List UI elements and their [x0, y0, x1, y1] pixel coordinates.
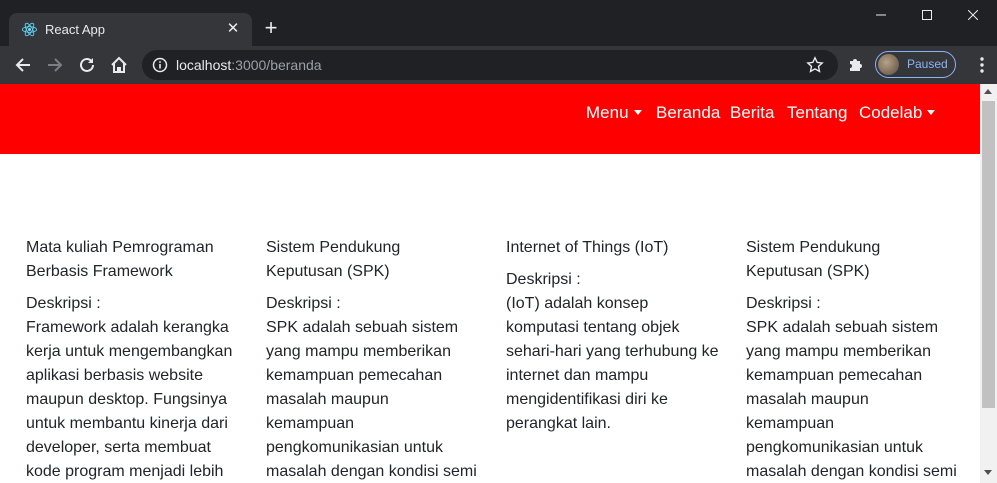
maximize-icon — [922, 10, 932, 20]
window-close-button[interactable] — [950, 0, 996, 30]
page-viewport: Menu Beranda Berita Tentang Codelab Mata… — [0, 84, 997, 483]
info-icon[interactable] — [152, 57, 168, 73]
nav-item-label: Menu — [586, 103, 629, 122]
card-description: SPK adalah sebuah sistem yang mampu memb… — [746, 319, 957, 480]
profile-button[interactable]: Paused — [875, 51, 956, 78]
caret-down-icon — [633, 110, 642, 115]
tab-close-icon[interactable]: ✕ — [225, 21, 241, 37]
address-bar[interactable]: localhost:3000/beranda — [142, 50, 838, 80]
forward-button[interactable] — [43, 53, 67, 77]
url-text[interactable]: localhost:3000/beranda — [176, 57, 322, 73]
more-vertical-icon[interactable] — [972, 55, 992, 75]
scroll-up-arrow-icon[interactable] — [984, 89, 992, 94]
reload-button[interactable] — [75, 53, 99, 77]
react-logo-icon — [21, 22, 38, 37]
vertical-scrollbar[interactable] — [980, 84, 997, 483]
card-title: Sistem Pendukung Keputusan (SPK) — [266, 239, 401, 280]
course-card: Internet of Things (IoT) Deskripsi : (Io… — [506, 236, 721, 436]
home-button[interactable] — [107, 53, 131, 77]
nav-item-berita[interactable]: Berita — [730, 103, 774, 123]
card-title: Sistem Pendukung Keputusan (SPK) — [746, 239, 881, 280]
course-card: Sistem Pendukung Keputusan (SPK) Deskrip… — [746, 236, 961, 483]
window-minimize-button[interactable] — [858, 0, 904, 30]
nav-item-menu[interactable]: Menu — [586, 103, 642, 123]
card-description-label: Deskripsi : — [266, 295, 341, 312]
browser-toolbar: localhost:3000/beranda Paused — [0, 46, 997, 84]
arrow-left-icon — [15, 58, 30, 72]
scrollbar-thumb[interactable] — [982, 101, 995, 408]
tab-title: React App — [45, 22, 105, 37]
card-description: SPK adalah sebuah sistem yang mampu memb… — [266, 319, 477, 480]
card-description: (IoT) adalah konsep komputasi tentang ob… — [506, 295, 719, 432]
nav-item-tentang[interactable]: Tentang — [787, 103, 848, 123]
arrow-right-icon — [48, 58, 63, 72]
extensions-puzzle-icon[interactable] — [846, 55, 866, 75]
back-button[interactable] — [11, 53, 35, 77]
card-description: Framework adalah kerangka kerja untuk me… — [26, 319, 233, 480]
nav-item-codelab[interactable]: Codelab — [859, 103, 936, 123]
card-description-label: Deskripsi : — [746, 295, 821, 312]
home-icon — [111, 56, 127, 73]
scroll-down-arrow-icon[interactable] — [984, 470, 992, 475]
nav-item-label: Codelab — [859, 103, 923, 122]
url-path: :3000/beranda — [231, 57, 322, 73]
window-maximize-button[interactable] — [904, 0, 950, 30]
reload-icon — [80, 57, 94, 72]
site-navbar: Menu Beranda Berita Tentang Codelab — [0, 84, 980, 154]
browser-tab[interactable]: React App ✕ — [9, 13, 252, 46]
nav-item-beranda[interactable]: Beranda — [656, 103, 720, 123]
card-description-label: Deskripsi : — [506, 271, 581, 288]
profile-status-label: Paused — [907, 57, 948, 71]
card-title: Mata kuliah Pemrograman Berbasis Framewo… — [26, 239, 214, 280]
card-title: Internet of Things (IoT) — [506, 239, 669, 256]
caret-down-icon — [927, 110, 936, 115]
course-card: Sistem Pendukung Keputusan (SPK) Deskrip… — [266, 236, 481, 483]
close-icon — [968, 10, 978, 20]
browser-titlebar: React App ✕ + — [0, 0, 997, 46]
bookmark-star-icon[interactable] — [806, 56, 824, 74]
course-card: Mata kuliah Pemrograman Berbasis Framewo… — [26, 236, 241, 483]
avatar — [878, 54, 899, 75]
minimize-icon — [876, 14, 886, 16]
new-tab-button[interactable]: + — [259, 17, 283, 41]
card-description-label: Deskripsi : — [26, 295, 101, 312]
url-host: localhost — [176, 57, 232, 73]
